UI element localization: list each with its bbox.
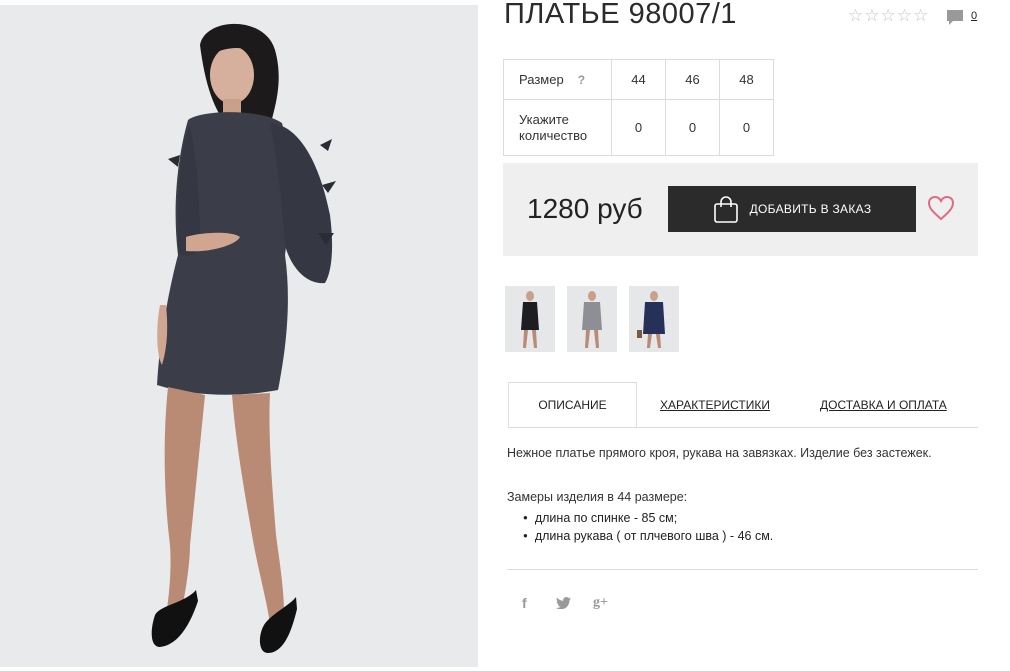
divider bbox=[507, 569, 978, 570]
add-to-order-label: ДОБАВИТЬ В ЗАКАЗ bbox=[749, 202, 872, 216]
facebook-icon[interactable]: f bbox=[522, 595, 527, 611]
size-option-48[interactable]: 48 bbox=[719, 59, 774, 100]
rating-stars[interactable]: ☆ ☆ ☆ ☆ ☆ bbox=[848, 7, 928, 24]
tab-delivery-payment[interactable]: ДОСТАВКА И ОПЛАТА bbox=[820, 382, 947, 427]
tab-characteristics[interactable]: ХАРАКТЕРИСТИКИ bbox=[660, 382, 770, 427]
star-icon[interactable]: ☆ bbox=[897, 7, 912, 24]
list-item: длина рукава ( от плчевого шва ) - 46 см… bbox=[523, 528, 773, 546]
heart-icon[interactable] bbox=[927, 195, 955, 221]
product-main-photo[interactable] bbox=[0, 5, 478, 667]
size-quantity-table: Размер? 44 46 48 Укажите количество 0 0 … bbox=[503, 59, 774, 156]
product-tabs: ОПИСАНИЕ ХАРАКТЕРИСТИКИ ДОСТАВКА И ОПЛАТ… bbox=[508, 382, 978, 428]
list-item: длина по спинке - 85 см; bbox=[523, 510, 773, 528]
purchase-box: 1280 руб ДОБАВИТЬ В ЗАКАЗ bbox=[503, 163, 978, 256]
thumbnail-grey-dress[interactable] bbox=[567, 286, 617, 352]
star-icon[interactable]: ☆ bbox=[848, 7, 863, 24]
star-icon[interactable]: ☆ bbox=[913, 7, 928, 24]
star-icon[interactable]: ☆ bbox=[881, 7, 896, 24]
add-to-order-button[interactable]: ДОБАВИТЬ В ЗАКАЗ bbox=[668, 186, 916, 232]
size-label-cell: Размер? bbox=[503, 59, 612, 100]
star-icon[interactable]: ☆ bbox=[864, 7, 879, 24]
quantity-input-48[interactable]: 0 bbox=[719, 99, 774, 156]
quantity-input-44[interactable]: 0 bbox=[611, 99, 666, 156]
thumbnail-image bbox=[521, 291, 539, 348]
thumbnail-navy-dress[interactable] bbox=[629, 286, 679, 352]
description-text: Нежное платье прямого кроя, рукава на за… bbox=[507, 446, 932, 460]
measurements-list: длина по спинке - 85 см; длина рукава ( … bbox=[523, 510, 773, 546]
comment-count-link[interactable]: 0 bbox=[971, 10, 977, 22]
thumbnail-image bbox=[637, 291, 665, 348]
quantity-input-46[interactable]: 0 bbox=[665, 99, 720, 156]
tab-description[interactable]: ОПИСАНИЕ bbox=[508, 382, 637, 427]
thumbnail-black-dress[interactable] bbox=[505, 286, 555, 352]
price: 1280 руб bbox=[527, 193, 643, 224]
thumbnail-image bbox=[582, 291, 602, 348]
product-title: ПЛАТЬЕ 98007/1 bbox=[504, 0, 737, 30]
google-plus-icon[interactable]: g+ bbox=[593, 595, 608, 611]
twitter-icon[interactable] bbox=[556, 597, 571, 609]
size-option-44[interactable]: 44 bbox=[611, 59, 666, 100]
size-option-46[interactable]: 46 bbox=[665, 59, 720, 100]
quantity-label: Укажите количество bbox=[503, 99, 612, 156]
size-help-icon[interactable]: ? bbox=[578, 73, 585, 87]
shopping-bag-icon bbox=[713, 196, 738, 223]
model-in-dress-image bbox=[151, 23, 336, 653]
size-label: Размер bbox=[519, 71, 564, 87]
comment-icon[interactable] bbox=[946, 9, 964, 26]
measurements-title: Замеры изделия в 44 размере: bbox=[507, 490, 688, 504]
